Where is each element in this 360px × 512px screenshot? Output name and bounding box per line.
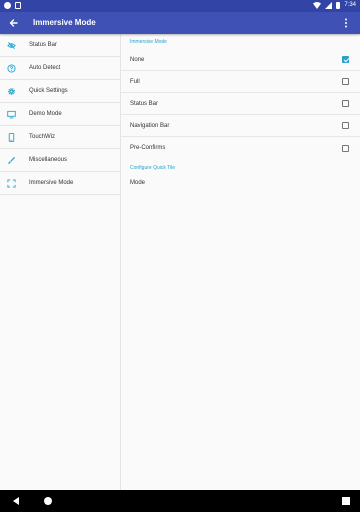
sd-card-icon bbox=[15, 2, 21, 9]
sidebar-item-miscellaneous[interactable]: Miscellaneous bbox=[0, 149, 120, 172]
option-label: Pre-Confirms bbox=[130, 145, 166, 151]
signal-icon bbox=[325, 2, 333, 9]
option-row-navigation-bar[interactable]: Navigation Bar bbox=[121, 115, 360, 137]
sidebar-item-quick-settings[interactable]: Quick Settings bbox=[0, 80, 120, 103]
sidebar-item-label: Quick Settings bbox=[29, 88, 68, 94]
nav-recents-icon[interactable] bbox=[340, 495, 352, 507]
nav-back-icon[interactable] bbox=[10, 495, 22, 507]
help-circle-icon bbox=[7, 63, 16, 73]
more-vert-icon[interactable] bbox=[338, 15, 354, 31]
mode-setting[interactable]: Mode bbox=[121, 175, 360, 191]
option-row-pre-confirms[interactable]: Pre-Confirms bbox=[121, 137, 360, 159]
phone-icon bbox=[8, 132, 15, 142]
sidebar-item-auto-detect[interactable]: Auto Detect bbox=[0, 57, 120, 80]
brush-icon bbox=[8, 156, 16, 164]
option-row-status-bar[interactable]: Status Bar bbox=[121, 93, 360, 115]
checkbox[interactable] bbox=[342, 122, 349, 129]
sidebar-item-label: Miscellaneous bbox=[29, 157, 68, 163]
sidebar-item-touchwiz[interactable]: TouchWiz bbox=[0, 126, 120, 149]
status-bar-right: 7:34 bbox=[313, 2, 356, 9]
sidebar-item-status-bar[interactable]: Status Bar bbox=[0, 34, 120, 57]
checkbox[interactable] bbox=[342, 100, 349, 107]
status-bar-left bbox=[4, 2, 21, 9]
sidebar-item-label: Immersive Mode bbox=[29, 180, 74, 186]
settings-icon bbox=[4, 2, 11, 9]
sidebar-item-label: Demo Mode bbox=[29, 111, 62, 117]
fullscreen-icon bbox=[7, 178, 16, 188]
gear-icon bbox=[8, 87, 15, 95]
option-label: Status Bar bbox=[130, 100, 159, 107]
checkbox-checked[interactable] bbox=[342, 56, 349, 63]
status-time: 7:34 bbox=[344, 2, 356, 8]
option-row-full[interactable]: Full bbox=[121, 71, 360, 93]
immersive-mode-panel: Immersive Mode None Full Status Bar Navi… bbox=[121, 34, 360, 490]
checkbox[interactable] bbox=[342, 144, 349, 152]
checkbox[interactable] bbox=[342, 78, 349, 85]
monitor-icon bbox=[7, 110, 16, 118]
nav-home-icon[interactable] bbox=[42, 495, 54, 507]
navigation-bar bbox=[0, 490, 360, 512]
battery-icon bbox=[336, 2, 341, 9]
option-label: Navigation Bar bbox=[130, 122, 170, 129]
sidebar-item-label: Status Bar bbox=[29, 42, 58, 48]
sidebar-item-immersive-mode[interactable]: Immersive Mode bbox=[0, 172, 120, 195]
wifi-icon bbox=[313, 2, 322, 9]
sidebar-item-label: TouchWiz bbox=[29, 134, 56, 140]
app-bar: Immersive Mode bbox=[0, 12, 360, 34]
option-label: Full bbox=[130, 78, 140, 85]
section-header-quick-tile: Configure Quick Tile bbox=[130, 165, 176, 171]
page-title: Immersive Mode bbox=[33, 18, 96, 27]
sidebar: Status Bar Auto Detect Quick Settings De… bbox=[0, 34, 121, 490]
section-header-immersive: Immersive Mode bbox=[130, 38, 167, 45]
sidebar-item-demo-mode[interactable]: Demo Mode bbox=[0, 103, 120, 126]
eye-off-icon bbox=[7, 41, 16, 49]
status-bar: 7:34 bbox=[0, 0, 360, 12]
sidebar-item-label: Auto Detect bbox=[29, 65, 61, 71]
option-row-none[interactable]: None bbox=[121, 49, 360, 71]
back-arrow-icon[interactable] bbox=[6, 15, 22, 31]
option-label: None bbox=[130, 56, 145, 63]
